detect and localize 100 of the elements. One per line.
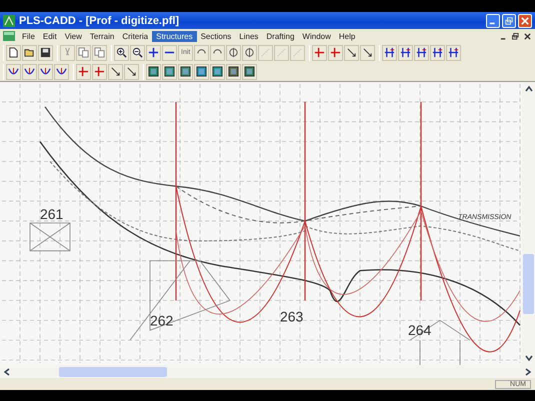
- line-tool-icon: [384, 47, 396, 58]
- zoom-out-button[interactable]: [130, 44, 145, 60]
- square-icon: [244, 66, 255, 77]
- structure-tool-button[interactable]: [76, 64, 91, 80]
- minus-button[interactable]: [162, 44, 177, 60]
- structure-number: 263: [280, 308, 304, 324]
- sag-curve-icon: [8, 66, 19, 77]
- view-tool-button[interactable]: [210, 64, 225, 80]
- structure-number: 262: [150, 312, 174, 328]
- structure-tool-button[interactable]: [124, 64, 139, 80]
- folder-icon: [24, 47, 35, 58]
- view-tool-button[interactable]: [242, 64, 257, 80]
- menu-item[interactable]: Structures: [152, 30, 197, 42]
- new-file-button[interactable]: [6, 44, 21, 60]
- line-tool-icon: [416, 47, 428, 58]
- close-icon: [521, 16, 529, 24]
- square-icon: [196, 66, 207, 77]
- sag-curve-icon: [24, 66, 35, 77]
- restore-icon[interactable]: [512, 32, 519, 40]
- structure-tool-button[interactable]: [344, 44, 360, 60]
- save-button[interactable]: [38, 44, 53, 60]
- view-tool-button[interactable]: [146, 64, 161, 80]
- line-tool-button[interactable]: [430, 44, 446, 60]
- line-tool-button[interactable]: [446, 44, 462, 60]
- structure-tool-button[interactable]: [312, 44, 328, 60]
- menu-item[interactable]: Sections: [196, 30, 236, 42]
- line-tool-button[interactable]: [382, 44, 398, 60]
- circle-button[interactable]: [242, 44, 258, 60]
- arrow-icon: [362, 47, 374, 58]
- structure-tool-button[interactable]: [360, 44, 376, 60]
- sag-curve-icon: [40, 66, 51, 77]
- menu-item[interactable]: Criteria: [118, 30, 152, 42]
- zoom-in-icon: [116, 47, 127, 58]
- close-button[interactable]: [518, 14, 532, 28]
- cross-icon: [314, 47, 326, 58]
- view-tool-button[interactable]: [194, 64, 209, 80]
- sag-tool-button[interactable]: [38, 64, 53, 80]
- structure-tool-button[interactable]: [92, 64, 107, 80]
- structure-tool-button[interactable]: [108, 64, 123, 80]
- circle-icon: [228, 47, 240, 58]
- arrow-icon: [346, 47, 358, 58]
- view-tool-button[interactable]: [162, 64, 177, 80]
- minimize-button[interactable]: [486, 14, 500, 28]
- rotate-button[interactable]: [194, 44, 210, 60]
- line-tool-icon: [432, 47, 444, 58]
- open-folder-button[interactable]: [22, 44, 37, 60]
- menu-item[interactable]: Window: [298, 30, 335, 42]
- view-tool-button[interactable]: [226, 64, 241, 80]
- menu-item[interactable]: Help: [334, 30, 360, 42]
- dotted-line-icon: [292, 47, 304, 58]
- square-icon: [148, 66, 159, 77]
- vertical-scrollbar[interactable]: [522, 82, 535, 365]
- line-tool-icon: [448, 47, 460, 58]
- cross-icon: [330, 47, 342, 58]
- plus-button[interactable]: [146, 44, 161, 60]
- square-icon: [228, 66, 239, 77]
- horizontal-scrollbar[interactable]: [0, 365, 535, 378]
- close-icon[interactable]: [524, 32, 531, 40]
- structure-number: 264: [408, 322, 432, 338]
- plus-icon: [148, 47, 159, 58]
- scroll-left-icon[interactable]: [2, 366, 12, 376]
- menu-item[interactable]: Drafting: [262, 30, 298, 42]
- circle-icon: [244, 47, 256, 58]
- menu-item[interactable]: File: [18, 30, 39, 42]
- cross-icon: [94, 66, 105, 77]
- document-icon: [8, 47, 19, 58]
- scroll-up-icon[interactable]: [524, 84, 534, 94]
- rotate-button[interactable]: [210, 44, 226, 60]
- line-tool-button[interactable]: [414, 44, 430, 60]
- view-tool-button[interactable]: [178, 64, 193, 80]
- structure-tool-button[interactable]: [328, 44, 344, 60]
- sag-curve-icon: [56, 66, 67, 77]
- menu-item[interactable]: Edit: [38, 30, 61, 42]
- sag-tool-button[interactable]: [6, 64, 21, 80]
- dotted-line-icon: [260, 47, 272, 58]
- sag-tool-button[interactable]: [54, 64, 69, 80]
- document-icon: [3, 31, 15, 41]
- copy-icon: [94, 47, 105, 58]
- zoom-out-icon: [132, 47, 143, 58]
- sag-tool-button[interactable]: [22, 64, 37, 80]
- square-icon: [180, 66, 191, 77]
- circle-button[interactable]: [226, 44, 242, 60]
- square-icon: [212, 66, 223, 77]
- menu-item[interactable]: View: [60, 30, 86, 42]
- scroll-right-icon[interactable]: [523, 366, 533, 376]
- copy-button[interactable]: [76, 44, 91, 60]
- structure-number: 261: [40, 206, 64, 222]
- menu-item[interactable]: Terrain: [86, 30, 118, 42]
- app-icon: [3, 14, 15, 26]
- dotted-line-icon: [276, 47, 288, 58]
- scroll-down-icon[interactable]: [524, 353, 534, 363]
- line-tool-icon: [400, 47, 412, 58]
- menu-item[interactable]: Lines: [235, 30, 262, 42]
- scroll-thumb[interactable]: [58, 366, 166, 376]
- scroll-thumb[interactable]: [523, 254, 534, 314]
- restore-button[interactable]: [502, 14, 516, 28]
- zoom-in-button[interactable]: [114, 44, 129, 60]
- square-icon: [164, 66, 175, 77]
- line-tool-button[interactable]: [398, 44, 414, 60]
- copy-icon: [78, 47, 89, 58]
